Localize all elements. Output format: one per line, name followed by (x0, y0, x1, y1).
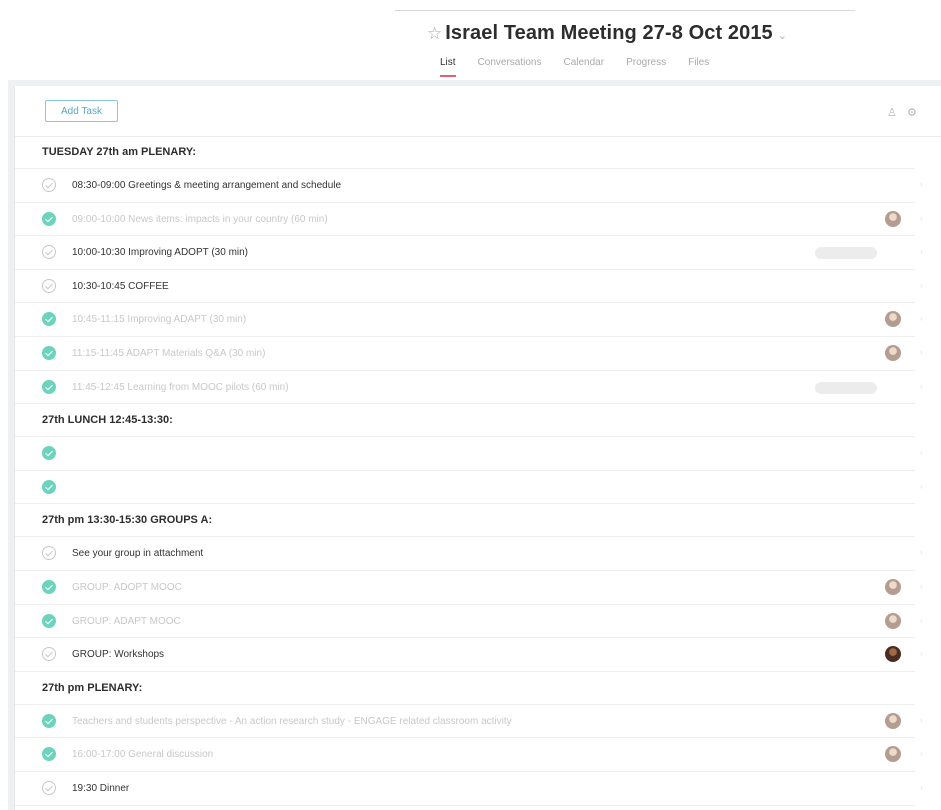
task-row[interactable]: 16:00-17:00 General discussion › (15, 738, 923, 772)
chevron-right-icon[interactable]: › (920, 783, 923, 792)
task-name[interactable]: 10:30-10:45 COFFEE (72, 270, 169, 303)
chevron-right-icon[interactable]: › (920, 247, 923, 256)
task-row[interactable]: 10:00-10:30 Improving ADOPT (30 min) › (15, 236, 923, 270)
task-row[interactable]: 11:15-11:45 ADAPT Materials Q&A (30 min)… (15, 337, 923, 371)
task-name[interactable]: GROUP: ADAPT MOOC (72, 605, 181, 638)
chevron-right-icon[interactable]: › (920, 348, 923, 357)
task-name[interactable]: Teachers and students perspective - An a… (72, 705, 512, 738)
task-row[interactable]: GROUP: ADAPT MOOC › (15, 605, 923, 639)
project-tag[interactable] (815, 381, 877, 394)
task-row[interactable]: › (15, 471, 923, 505)
chevron-right-icon[interactable]: › (920, 616, 923, 625)
assignee-avatar[interactable] (885, 311, 901, 328)
task-name[interactable]: 16:00-17:00 General discussion (72, 738, 213, 771)
chevron-right-icon[interactable]: › (920, 281, 923, 290)
chevron-right-icon[interactable]: › (920, 482, 923, 491)
task-name[interactable]: 10:00-10:30 Improving ADOPT (30 min) (72, 236, 248, 269)
tab-calendar[interactable]: Calendar (563, 57, 604, 77)
chevron-right-icon[interactable]: › (920, 649, 923, 658)
task-name[interactable]: 09:00-10:00 News items: impacts in your … (72, 203, 328, 236)
chevron-right-icon[interactable]: › (920, 548, 923, 557)
section-header[interactable]: TUESDAY 27th am PLENARY: (15, 136, 915, 169)
task-list-panel: Add Task ♙ ⚙ TUESDAY 27th am PLENARY: 08:… (14, 86, 941, 810)
complete-checkbox[interactable] (42, 479, 56, 494)
complete-checkbox[interactable] (42, 379, 56, 394)
person-icon[interactable]: ♙ (887, 106, 897, 119)
task-row[interactable]: 19:30 Dinner › (15, 772, 923, 806)
project-header: ☆ Israel Team Meeting 27-8 Oct 2015 ⌄ Li… (0, 0, 941, 80)
chevron-right-icon[interactable]: › (920, 314, 923, 323)
chevron-right-icon[interactable]: › (920, 180, 923, 189)
complete-checkbox[interactable] (42, 713, 56, 728)
complete-checkbox[interactable] (42, 312, 56, 327)
task-row[interactable]: 11:45-12:45 Learning from MOOC pilots (6… (15, 371, 923, 405)
star-icon[interactable]: ☆ (427, 25, 442, 42)
complete-checkbox[interactable] (42, 613, 56, 628)
task-name[interactable]: GROUP: Workshops (72, 638, 164, 671)
task-name[interactable]: 19:30 Dinner (72, 772, 129, 805)
task-name[interactable]: 08:30-09:00 Greetings & meeting arrangem… (72, 169, 341, 202)
task-name[interactable]: 11:45-12:45 Learning from MOOC pilots (6… (72, 371, 289, 404)
task-name[interactable]: 11:15-11:45 ADAPT Materials Q&A (30 min) (72, 337, 265, 370)
complete-checkbox[interactable] (42, 579, 56, 594)
section-header[interactable]: 27th LUNCH 12:45-13:30: (15, 404, 915, 438)
assignee-avatar[interactable] (885, 578, 901, 595)
assignee-avatar[interactable] (885, 344, 901, 361)
complete-checkbox[interactable] (42, 178, 56, 192)
tab-list[interactable]: List (440, 57, 456, 77)
complete-checkbox[interactable] (42, 647, 56, 662)
project-tabs: List Conversations Calendar Progress Fil… (440, 57, 731, 77)
task-row[interactable]: 08:30-09:00 Greetings & meeting arrangem… (15, 169, 923, 203)
task-list: TUESDAY 27th am PLENARY: 08:30-09:00 Gree… (15, 136, 941, 806)
complete-checkbox[interactable] (42, 446, 56, 461)
task-row[interactable]: GROUP: Workshops › (15, 638, 923, 672)
complete-checkbox[interactable] (42, 345, 56, 360)
assignee-avatar[interactable] (885, 646, 901, 663)
task-row[interactable]: 09:00-10:00 News items: impacts in your … (15, 203, 923, 237)
chevron-right-icon[interactable]: › (920, 749, 923, 758)
chevron-down-icon[interactable]: ⌄ (778, 29, 787, 42)
list-toolbar: Add Task ♙ ⚙ (15, 86, 941, 137)
assignee-avatar[interactable] (885, 746, 901, 763)
complete-checkbox[interactable] (42, 245, 56, 260)
section-header[interactable]: 27th pm PLENARY: (15, 672, 915, 705)
add-task-button[interactable]: Add Task (45, 100, 118, 122)
task-row[interactable]: Teachers and students perspective - An a… (15, 705, 923, 739)
chevron-right-icon[interactable]: › (920, 448, 923, 457)
task-name[interactable]: GROUP: ADOPT MOOC (72, 571, 182, 604)
task-row[interactable]: 10:30-10:45 COFFEE › (15, 270, 923, 304)
chevron-right-icon[interactable]: › (920, 582, 923, 591)
complete-checkbox[interactable] (42, 780, 56, 795)
tab-conversations[interactable]: Conversations (478, 57, 542, 77)
chevron-right-icon[interactable]: › (920, 214, 923, 223)
assignee-avatar[interactable] (885, 210, 901, 227)
task-row[interactable]: 10:45-11:15 Improving ADAPT (30 min) › (15, 303, 923, 337)
complete-checkbox[interactable] (42, 546, 56, 561)
project-title[interactable]: Israel Team Meeting 27-8 Oct 2015 (445, 22, 773, 45)
task-name[interactable]: 10:45-11:15 Improving ADAPT (30 min) (72, 303, 246, 336)
assignee-avatar[interactable] (885, 612, 901, 629)
chevron-right-icon[interactable]: › (920, 382, 923, 391)
complete-checkbox[interactable] (42, 278, 56, 293)
complete-checkbox[interactable] (42, 211, 56, 226)
task-name[interactable]: See your group in attachment (72, 537, 203, 570)
task-row[interactable]: GROUP: ADOPT MOOC › (15, 571, 923, 605)
task-row[interactable]: › (15, 437, 923, 471)
task-row[interactable]: See your group in attachment › (15, 537, 923, 571)
tab-files[interactable]: Files (688, 57, 709, 77)
gear-icon[interactable]: ⚙ (907, 106, 917, 119)
assignee-avatar[interactable] (885, 712, 901, 729)
project-title-row: ☆ Israel Team Meeting 27-8 Oct 2015 ⌄ (427, 22, 787, 45)
project-tag[interactable] (815, 247, 877, 260)
complete-checkbox[interactable] (42, 747, 56, 762)
tab-progress[interactable]: Progress (626, 57, 666, 77)
section-header[interactable]: 27th pm 13:30-15:30 GROUPS A: (15, 504, 915, 538)
chevron-right-icon[interactable]: › (920, 716, 923, 725)
